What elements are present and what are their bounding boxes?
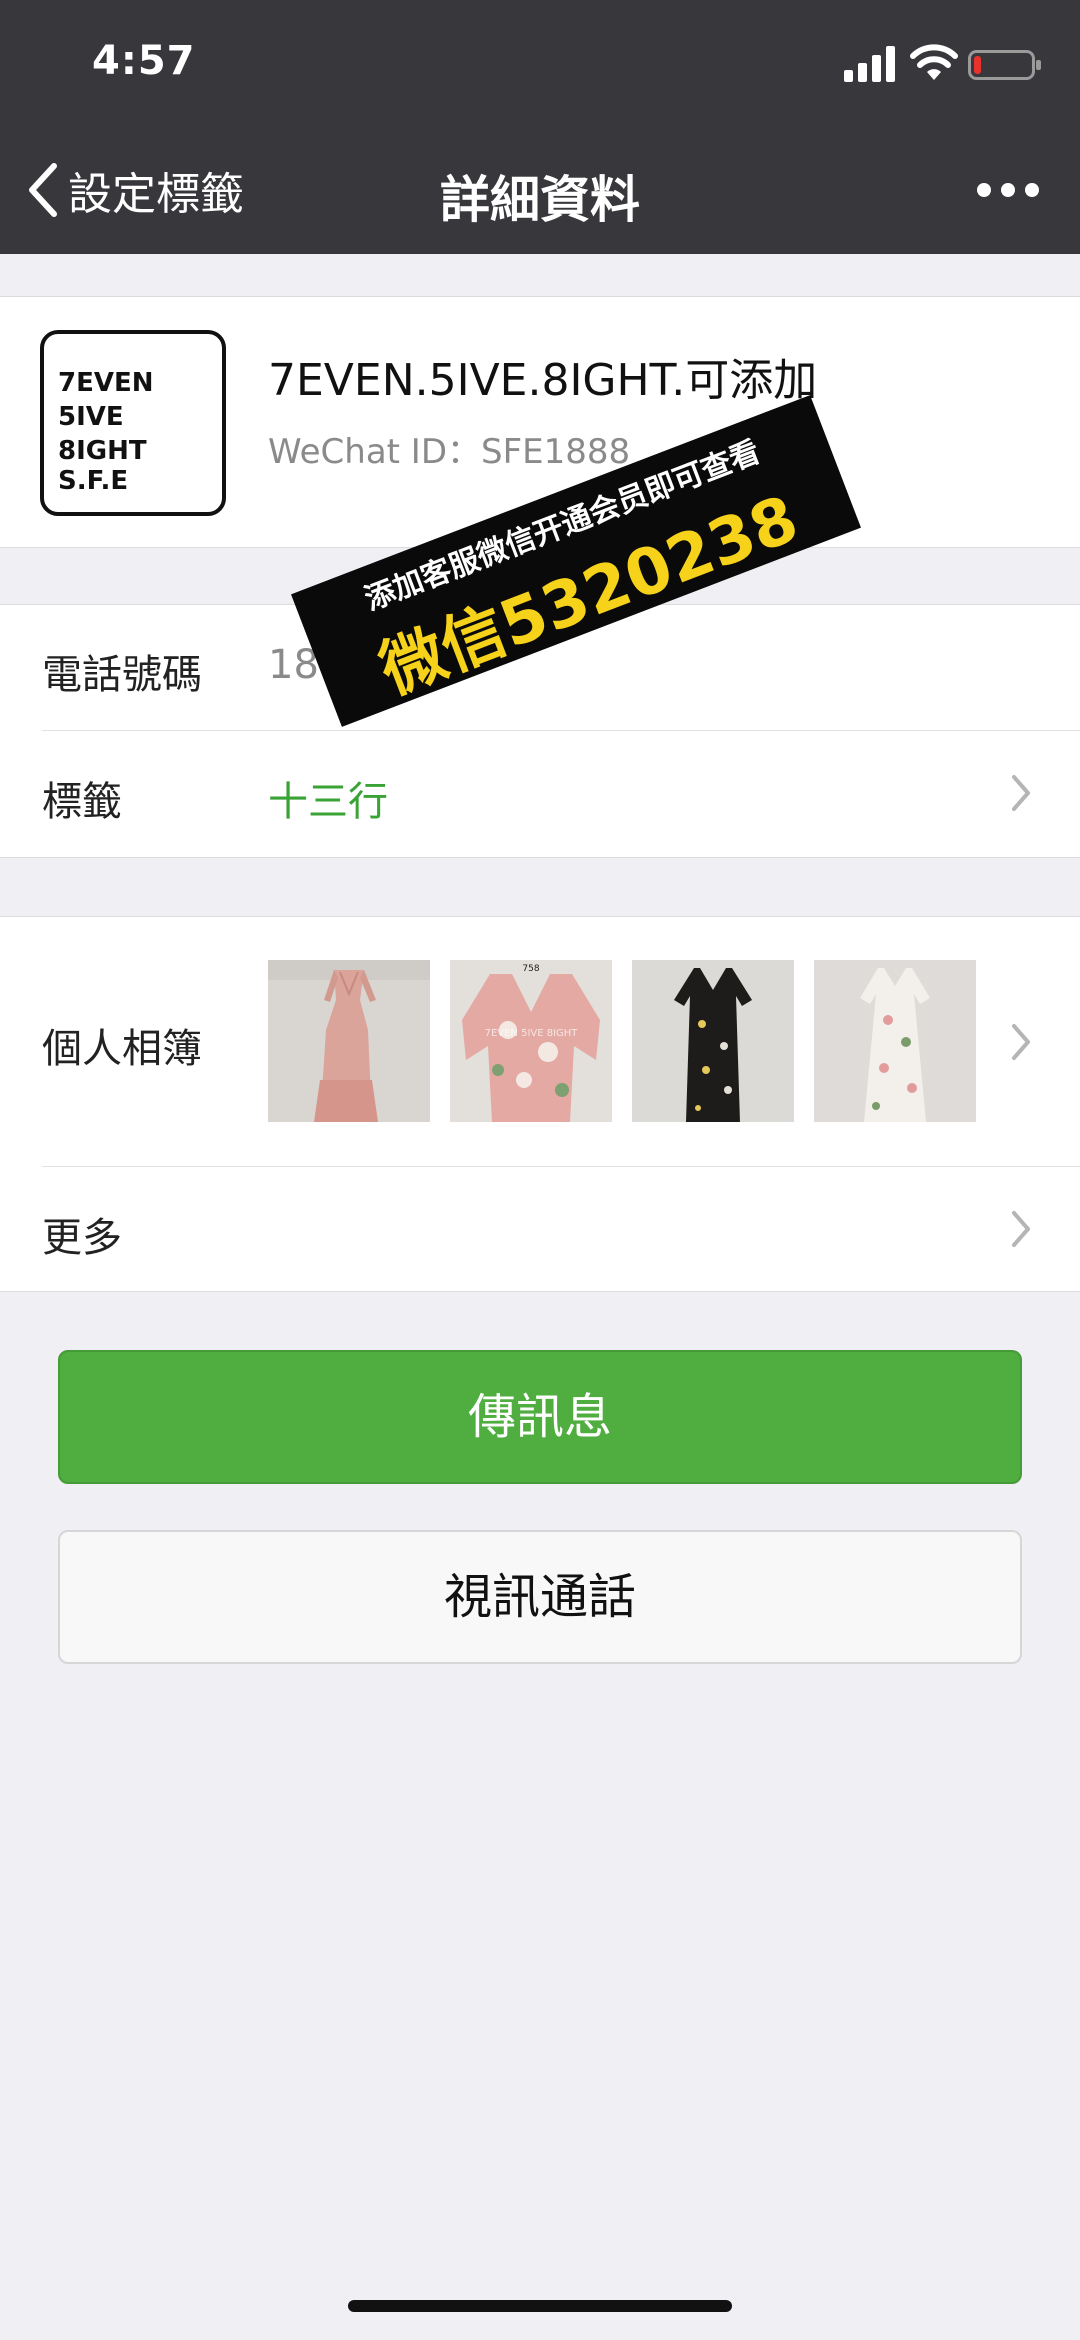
svg-text:7EVEN 5IVE 8IGHT: 7EVEN 5IVE 8IGHT (485, 1028, 579, 1039)
page-title: 詳細資料 (440, 171, 640, 229)
battery-icon (968, 50, 1041, 80)
album-photo-pink-floral-top[interactable]: 7EVEN 5IVE 8IGHT 758 (450, 960, 612, 1122)
home-indicator[interactable] (348, 2300, 732, 2312)
avatar-logo-line-2: 5IVE (58, 402, 124, 432)
top-bar: 4:57 設定標籤 詳細資料 (0, 0, 1080, 254)
svg-text:758: 758 (522, 964, 539, 974)
chevron-right-icon (1012, 775, 1030, 811)
album-photo-pink-dress[interactable] (268, 960, 430, 1122)
cellular-signal-icon (844, 46, 895, 82)
more-label: 更多 (42, 1215, 122, 1261)
wechat-id: WeChat ID：SFE1888 (268, 432, 631, 472)
video-call-button[interactable]: 視訊通話 (58, 1530, 1022, 1664)
tag-label: 標籤 (42, 779, 122, 825)
send-message-button[interactable]: 傳訊息 (58, 1350, 1022, 1484)
avatar[interactable]: 7EVEN 5IVE 8IGHT S.F.E (40, 330, 226, 516)
avatar-logo-line-1: 7EVEN (58, 368, 154, 398)
wifi-icon (910, 44, 958, 80)
tag-value: 十三行 (268, 779, 388, 825)
chevron-right-icon (1012, 1211, 1030, 1247)
chevron-right-icon (1012, 1024, 1030, 1060)
status-time: 4:57 (92, 38, 196, 84)
album-label: 個人相簿 (42, 1026, 202, 1072)
more-options-icon[interactable] (976, 176, 1040, 204)
album-photo-white-floral-dress[interactable] (814, 960, 976, 1122)
profile-name: 7EVEN.5IVE.8IGHT.可添加 (268, 355, 818, 406)
album-photo-black-floral-dress[interactable] (632, 960, 794, 1122)
more-row[interactable]: 更多 (0, 1167, 1080, 1290)
phone-label: 電話號碼 (42, 652, 202, 698)
avatar-logo-line-3: 8IGHT S.F.E (58, 436, 147, 496)
tag-row[interactable]: 標籤 十三行 (0, 731, 1080, 856)
